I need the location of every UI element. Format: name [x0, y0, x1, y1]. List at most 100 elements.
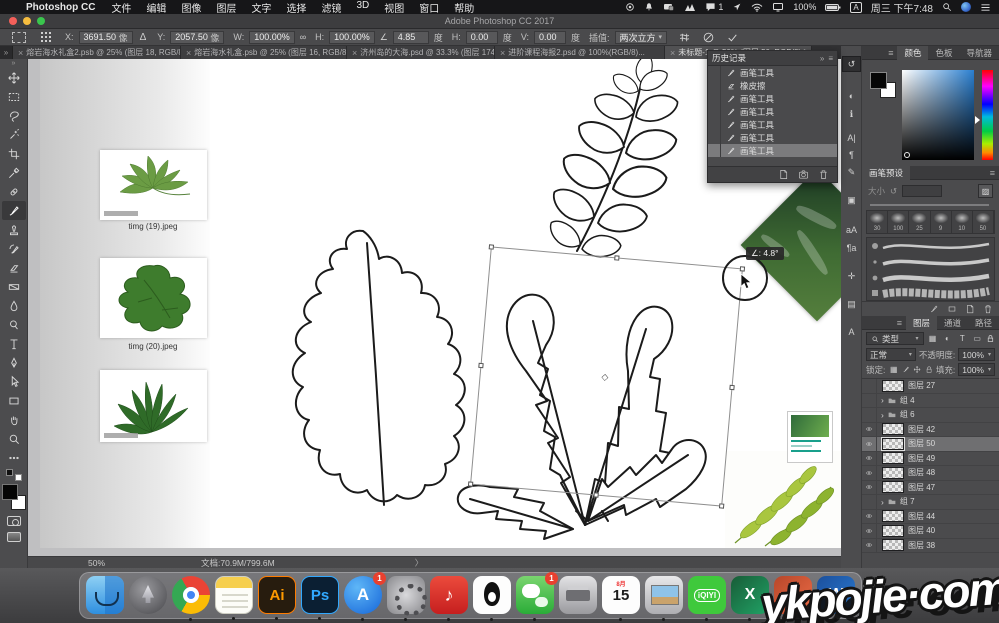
- brush-tip-cell[interactable]: 50: [973, 211, 994, 233]
- delete-brush-icon[interactable]: [983, 304, 993, 314]
- layer-row[interactable]: › 图层 42: [862, 423, 999, 438]
- layer-visibility-toggle[interactable]: [862, 510, 877, 524]
- tool-button[interactable]: [2, 391, 26, 410]
- tool-button[interactable]: [2, 201, 26, 220]
- layer-name[interactable]: 图层 49: [908, 453, 935, 464]
- brush-tip-cell[interactable]: 100: [888, 211, 909, 233]
- opacity-select[interactable]: 100%▾: [958, 348, 995, 361]
- layer-thumbnail[interactable]: [882, 380, 904, 392]
- open-presets-icon[interactable]: [947, 304, 957, 314]
- layer-visibility-toggle[interactable]: [862, 408, 877, 422]
- layer-thumbnail[interactable]: [882, 423, 904, 435]
- document-tab[interactable]: × 熔岩海水礼盒2.psb @ 25% (图层 18, RGB/8...: [13, 46, 181, 59]
- group-chevron-icon[interactable]: ›: [881, 410, 884, 420]
- menu-item[interactable]: 窗口: [419, 0, 439, 15]
- layer-thumbnail[interactable]: [882, 510, 904, 522]
- brush-size-input[interactable]: [902, 185, 942, 197]
- mountains-icon[interactable]: [684, 2, 696, 12]
- panel-tab[interactable]: 通道: [937, 316, 968, 330]
- tool-button[interactable]: [2, 334, 26, 353]
- tool-button[interactable]: [2, 353, 26, 372]
- layer-thumbnail[interactable]: [882, 539, 904, 551]
- tool-button[interactable]: [2, 220, 26, 239]
- filter-pixel-icon[interactable]: ▦: [927, 334, 939, 343]
- filter-type-icon[interactable]: T: [956, 334, 968, 343]
- group-folder-icon[interactable]: ›: [881, 410, 898, 420]
- toolbar-collapse-icon[interactable]: »: [12, 59, 16, 68]
- layer-name[interactable]: 图层 42: [908, 424, 935, 435]
- layer-row[interactable]: › 图层 48: [862, 466, 999, 481]
- layer-row[interactable]: › 图层 38: [862, 539, 999, 554]
- panel-dock-icon[interactable]: ¶: [842, 147, 861, 163]
- group-folder-icon[interactable]: ›: [881, 395, 898, 405]
- input-source-indicator[interactable]: A: [850, 2, 861, 13]
- x-input[interactable]: 3691.50 像: [79, 31, 133, 44]
- tool-button[interactable]: [2, 125, 26, 144]
- reference-point-locator[interactable]: [41, 32, 52, 43]
- tool-button[interactable]: [2, 410, 26, 429]
- layer-thumbnail[interactable]: [882, 438, 904, 450]
- tab-close-icon[interactable]: ×: [18, 48, 23, 58]
- history-state-row[interactable]: 橡皮擦: [708, 79, 837, 92]
- dock-app-icon[interactable]: [473, 576, 511, 614]
- layer-visibility-toggle[interactable]: [862, 423, 877, 437]
- lock-all-icon[interactable]: [925, 365, 933, 374]
- layer-name[interactable]: 图层 38: [908, 540, 935, 551]
- menu-item[interactable]: 图层: [216, 0, 236, 15]
- history-source-checkbox[interactable]: [708, 105, 721, 118]
- panel-menu-icon[interactable]: ≡: [828, 54, 833, 63]
- transform-reference-point[interactable]: ◇: [601, 371, 609, 383]
- fill-select[interactable]: 100%▾: [958, 363, 995, 376]
- swap-colors-icon[interactable]: [6, 469, 22, 481]
- record-icon[interactable]: [625, 2, 635, 12]
- layer-name[interactable]: 图层 27: [908, 380, 935, 391]
- panel-dock-icon[interactable]: A|: [842, 130, 861, 146]
- layer-filter-select[interactable]: 类型 ▾: [866, 332, 924, 345]
- layer-visibility-toggle[interactable]: [862, 539, 877, 553]
- tool-button[interactable]: [2, 448, 26, 467]
- menu-item[interactable]: 编辑: [146, 0, 166, 15]
- panel-tab[interactable]: 图层: [906, 316, 937, 330]
- spotlight-icon[interactable]: [942, 2, 952, 12]
- tab-close-icon[interactable]: ×: [670, 48, 675, 58]
- transform-handle[interactable]: [468, 481, 473, 486]
- tab-overflow-button[interactable]: »: [0, 46, 13, 59]
- layer-row[interactable]: › 组 6: [862, 408, 999, 423]
- brush-stroke-icon[interactable]: [929, 304, 939, 314]
- blend-mode-select[interactable]: 正常▾: [866, 348, 916, 361]
- angle-input[interactable]: 4.85: [393, 31, 429, 44]
- dock-app-icon[interactable]: 8月 15: [602, 576, 640, 614]
- toggle-brush-panel-button[interactable]: ▨: [978, 184, 993, 198]
- layer-row[interactable]: › 图层 49: [862, 452, 999, 467]
- panel-dock-icon[interactable]: ℹ: [842, 106, 861, 122]
- y-input[interactable]: 2057.50 像: [170, 31, 224, 44]
- transform-handle[interactable]: [478, 362, 483, 367]
- height-input[interactable]: 100.00%: [329, 31, 375, 44]
- filter-adjustment-icon[interactable]: ◐: [941, 334, 953, 343]
- tab-close-icon[interactable]: ×: [186, 48, 191, 58]
- panel-menu-icon[interactable]: ≡: [888, 48, 893, 58]
- location-icon[interactable]: [732, 2, 742, 12]
- relative-position-toggle[interactable]: Δ: [138, 32, 149, 43]
- dock-app-icon[interactable]: [86, 576, 124, 614]
- filter-smart-object-icon[interactable]: [986, 334, 995, 343]
- hskew-input[interactable]: 0.00: [466, 31, 498, 44]
- tool-button[interactable]: [2, 239, 26, 258]
- layer-visibility-toggle[interactable]: [862, 466, 877, 480]
- group-chevron-icon[interactable]: ›: [881, 395, 884, 405]
- layer-thumbnail[interactable]: [882, 481, 904, 493]
- panel-dock-icon[interactable]: ↺: [842, 56, 861, 72]
- menu-item[interactable]: 滤镜: [321, 0, 341, 15]
- layer-row[interactable]: › 图层 47: [862, 481, 999, 496]
- transform-bounding-box[interactable]: ◇: [470, 246, 743, 506]
- brush-tip-cell[interactable]: 30: [867, 211, 888, 233]
- reset-icon[interactable]: ↺: [890, 186, 897, 197]
- layer-thumbnail[interactable]: [882, 467, 904, 479]
- brush-stroke-previews[interactable]: [866, 237, 995, 301]
- panel-dock-icon[interactable]: ¶a: [842, 240, 861, 256]
- dock-app-icon[interactable]: [215, 576, 253, 614]
- dock-app-icon[interactable]: A 1: [344, 576, 382, 614]
- transform-handle[interactable]: [614, 255, 619, 260]
- tab-close-icon[interactable]: ×: [500, 48, 505, 58]
- document-tab[interactable]: × 进阶课程海报2.psd @ 100%(RGB/8)...: [495, 46, 665, 59]
